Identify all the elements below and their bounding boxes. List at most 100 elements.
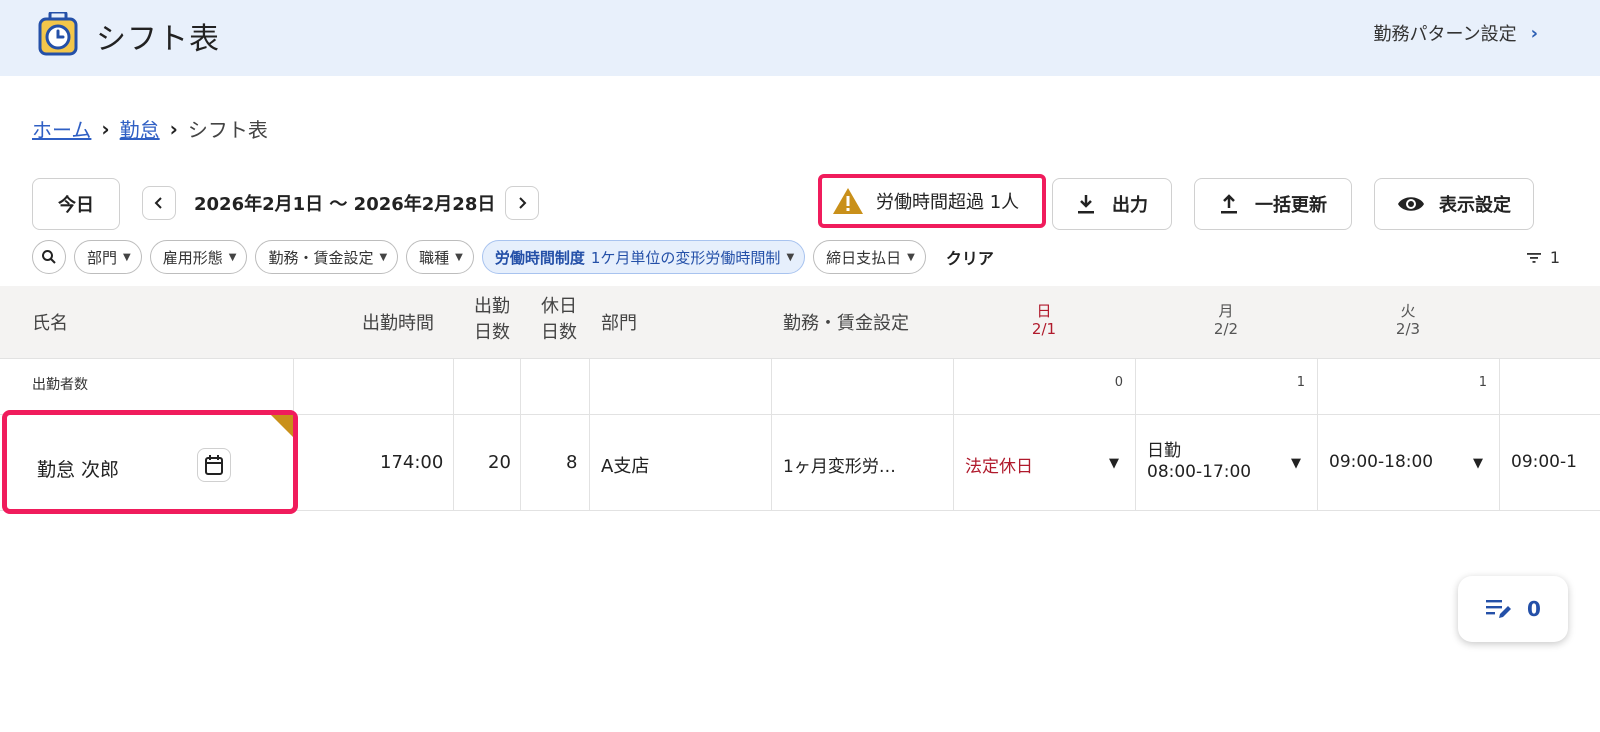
calendar-icon [205, 455, 223, 475]
display-settings-button[interactable]: 表示設定 [1374, 178, 1534, 230]
edit-list-button[interactable]: 0 [1458, 576, 1568, 642]
filter-icon [1526, 252, 1541, 263]
row-divider [0, 358, 1600, 359]
caret-down-icon: ▼ [379, 251, 388, 263]
employee-wage-setting: 1ヶ月変形労… [783, 457, 896, 477]
column-header-wage-setting: 勤務・賃金設定 [783, 313, 909, 334]
column-header-work-days-line1: 出勤 [474, 296, 510, 317]
overtime-alert[interactable]: 労働時間超過 1人 [818, 174, 1046, 228]
edit-count: 0 [1527, 597, 1541, 621]
work-pattern-settings-label: 勤務パターン設定 [1373, 24, 1517, 45]
filter-bar: 部門 ▼ 雇用形態 ▼ 勤務・賃金設定 ▼ 職種 ▼ 労働時間制度 1ケ月単位の… [32, 240, 994, 274]
filter-value: 1ケ月単位の変形労働時間制 [590, 248, 781, 267]
caret-down-icon[interactable]: ▼ [1473, 456, 1483, 471]
column-header-work-time: 出勤時間 [362, 313, 434, 334]
employee-off-days: 8 [566, 452, 578, 473]
day-weekday: 日 [1036, 302, 1052, 320]
shift-label: 09:00-18:00 [1329, 452, 1434, 472]
download-icon [1078, 195, 1094, 214]
display-settings-label: 表示設定 [1439, 195, 1511, 216]
filter-job-type[interactable]: 職種 ▼ [406, 240, 474, 274]
breadcrumb-home[interactable]: ホーム [32, 114, 91, 143]
eye-icon [1398, 197, 1424, 211]
filter-label: 労働時間制度 [494, 248, 585, 267]
chevron-right-icon [519, 197, 527, 209]
filter-count[interactable]: 1 [1526, 248, 1560, 267]
timecard-app-icon [38, 12, 78, 56]
filter-wage-setting[interactable]: 勤務・賃金設定 ▼ [255, 240, 399, 274]
employee-name-cell[interactable]: 勤怠 次郎 [2, 410, 298, 514]
shift-cell[interactable]: 法定休日 ▼ [953, 414, 1135, 510]
caret-down-icon[interactable]: ▼ [1291, 456, 1301, 471]
day-weekday: 月 [1218, 302, 1234, 320]
search-button[interactable] [32, 240, 66, 274]
column-divider [520, 358, 521, 510]
chevron-right-icon: › [101, 116, 110, 141]
work-pattern-settings-link[interactable]: 勤務パターン設定 › [1373, 20, 1538, 46]
bulk-update-button[interactable]: 一括更新 [1194, 178, 1352, 230]
date-range: 2026年2月1日 〜 2026年2月28日 [194, 194, 496, 215]
shift-label: 法定休日 [965, 457, 1033, 477]
employee-calendar-button[interactable] [197, 448, 231, 482]
filter-label: 締日支払日 [826, 248, 902, 267]
column-header-off-days-line2: 日数 [541, 322, 577, 343]
upload-icon [1221, 194, 1237, 214]
day-date: 2/1 [1031, 320, 1057, 338]
warning-icon [833, 188, 863, 214]
day-weekday: 火 [1400, 302, 1416, 320]
caret-down-icon: ▼ [907, 251, 915, 263]
clear-filters-button[interactable]: クリア [946, 245, 994, 269]
column-header-day: 火 2/3 [1317, 302, 1499, 338]
column-divider [453, 358, 454, 510]
bulk-update-label: 一括更新 [1255, 195, 1327, 216]
shift-time: 08:00-17:00 [1147, 462, 1252, 482]
prev-period-button[interactable] [142, 186, 176, 220]
chevron-right-icon: › [169, 116, 178, 141]
search-icon [42, 250, 56, 264]
employee-work-days: 20 [488, 452, 511, 473]
caret-down-icon: ▼ [228, 251, 237, 263]
column-divider [589, 358, 590, 510]
column-header-work-days-line2: 日数 [474, 322, 510, 343]
shift-cell[interactable]: 日勤 08:00-17:00 ▼ [1135, 414, 1317, 510]
shift-cell[interactable]: 09:00-18:00 ▼ [1317, 414, 1499, 510]
export-label: 出力 [1112, 195, 1148, 216]
app-header: シフト表 勤務パターン設定 › [0, 0, 1600, 76]
column-header-day: 月 2/2 [1135, 302, 1317, 338]
filter-label: 職種 [419, 248, 450, 267]
attendee-count: 0 [1114, 375, 1123, 390]
next-period-button[interactable] [505, 186, 539, 220]
breadcrumb: ホーム › 勤怠 › シフト表 [32, 114, 268, 143]
attendee-count: 1 [1478, 375, 1487, 390]
filter-label: 勤務・賃金設定 [268, 248, 374, 267]
day-date: 2/2 [1213, 320, 1239, 338]
day-date: 2/3 [1395, 320, 1421, 338]
employee-name[interactable]: 勤怠 次郎 [37, 455, 119, 482]
caret-down-icon: ▼ [123, 251, 131, 263]
filter-label: 部門 [87, 248, 118, 267]
page-title: シフト表 [96, 22, 220, 57]
attendee-count: 1 [1296, 375, 1305, 390]
filter-department[interactable]: 部門 ▼ [74, 240, 142, 274]
warning-flag-icon [271, 415, 293, 437]
shift-cell[interactable]: 09:00-1 [1499, 414, 1600, 510]
shift-label: 日勤 [1147, 441, 1181, 461]
today-button[interactable]: 今日 [32, 178, 120, 230]
filter-employment-type[interactable]: 雇用形態 ▼ [149, 240, 248, 274]
filter-closing-pay-day[interactable]: 締日支払日 ▼ [813, 240, 926, 274]
caret-down-icon: ▼ [786, 251, 795, 263]
filter-count-value: 1 [1549, 248, 1560, 267]
chevron-right-icon: › [1530, 22, 1538, 44]
caret-down-icon[interactable]: ▼ [1109, 456, 1119, 471]
column-header-department: 部門 [601, 313, 637, 334]
attendee-count-label: 出勤者数 [32, 377, 88, 393]
column-header-off-days-line1: 休日 [541, 296, 577, 317]
column-header-day: 日 2/1 [953, 302, 1135, 338]
column-divider [771, 358, 772, 510]
shift-label: 09:00-1 [1511, 452, 1577, 472]
breadcrumb-attendance[interactable]: 勤怠 [120, 114, 160, 143]
filter-working-hours-system[interactable]: 労働時間制度 1ケ月単位の変形労働時間制 ▼ [481, 240, 806, 274]
export-button[interactable]: 出力 [1052, 178, 1172, 230]
employee-work-time: 174:00 [380, 452, 444, 473]
column-header-off-days: 休日 日数 [537, 294, 581, 346]
